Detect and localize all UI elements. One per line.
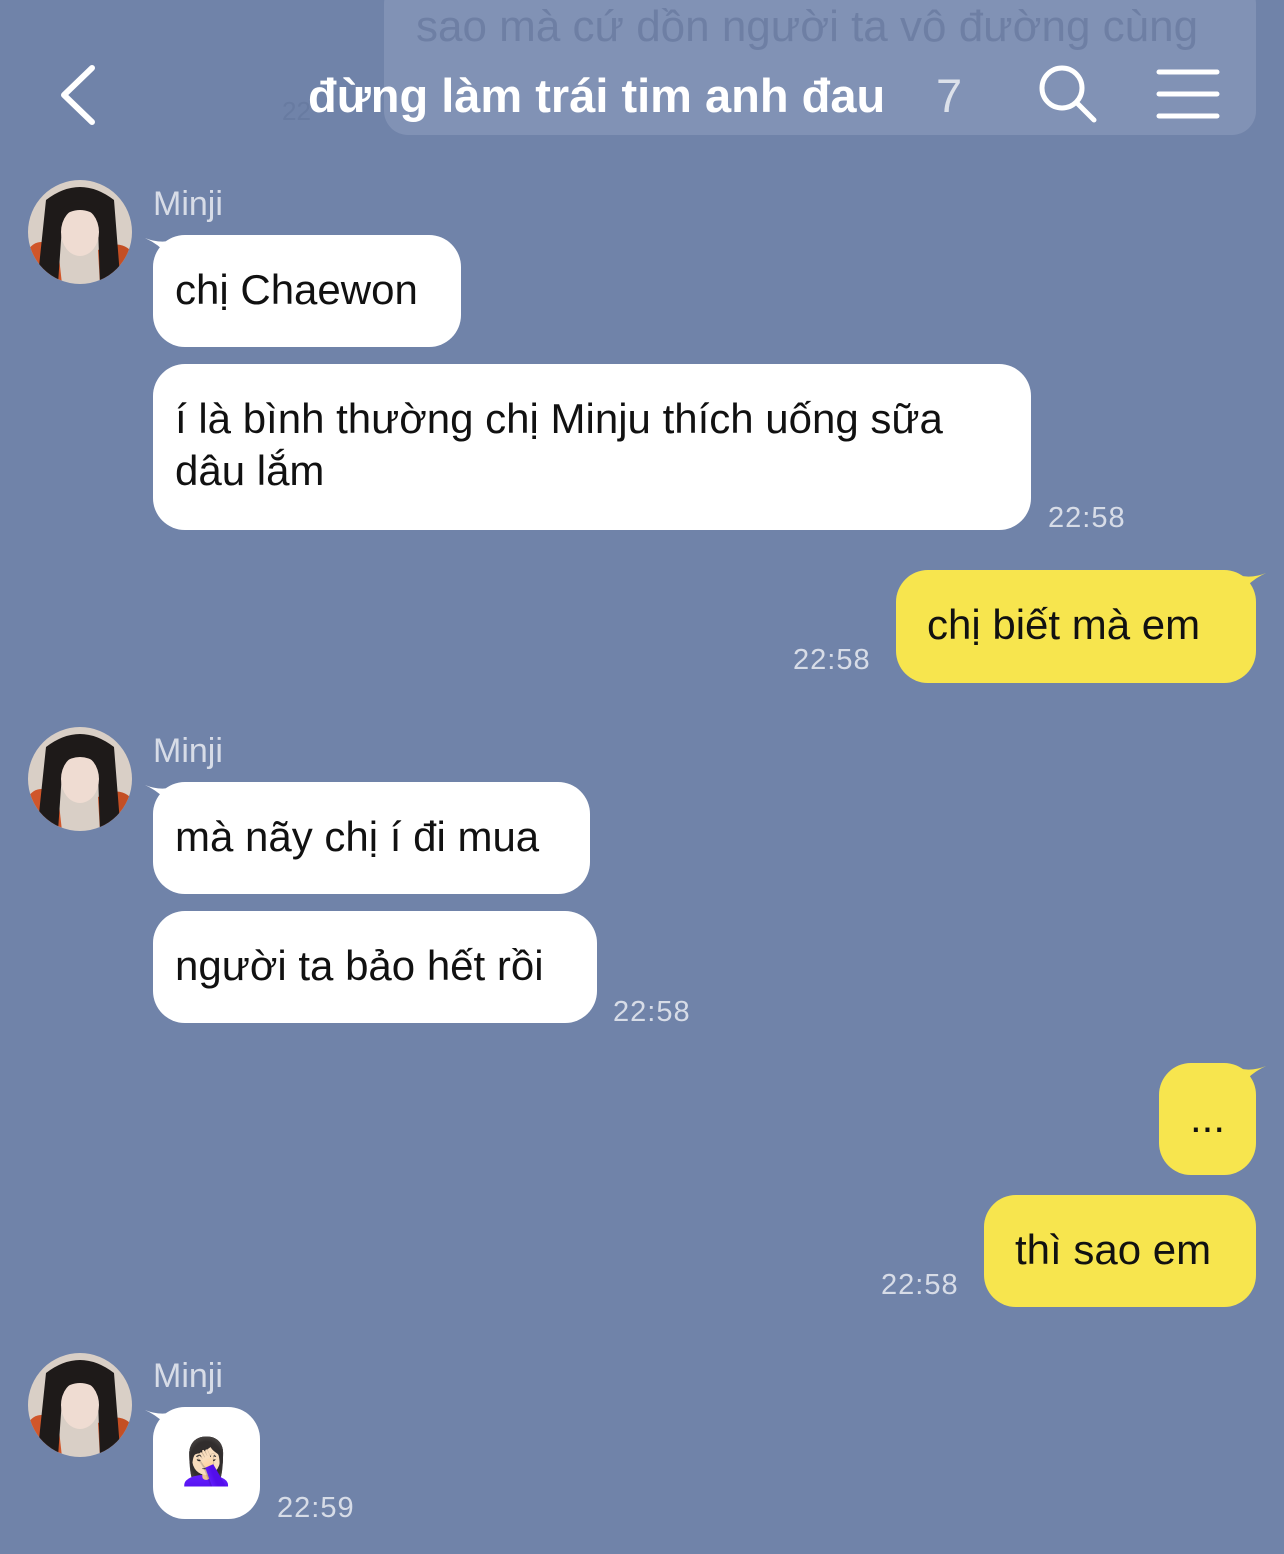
avatar[interactable] bbox=[28, 180, 132, 284]
avatar[interactable] bbox=[28, 1353, 132, 1457]
message-bubble[interactable]: chị biết mà em bbox=[896, 570, 1256, 683]
message-bubble[interactable]: ... bbox=[1159, 1063, 1256, 1175]
sender-name: Minji bbox=[153, 732, 223, 770]
sender-name: Minji bbox=[153, 185, 223, 223]
message-timestamp: 22:58 bbox=[1048, 502, 1126, 534]
menu-icon[interactable] bbox=[1156, 68, 1220, 120]
search-icon[interactable] bbox=[1036, 62, 1100, 126]
message-timestamp: 22:58 bbox=[881, 1269, 959, 1301]
message-bubble[interactable]: người ta bảo hết rồi bbox=[153, 911, 597, 1023]
message-timestamp: 22:58 bbox=[793, 644, 871, 676]
message-bubble[interactable]: 🤦🏻‍♀️ bbox=[153, 1407, 260, 1519]
message-bubble[interactable]: mà nãy chị í đi mua bbox=[153, 782, 590, 894]
back-chevron-icon[interactable] bbox=[54, 62, 104, 128]
avatar[interactable] bbox=[28, 727, 132, 831]
chat-title[interactable]: đừng làm trái tim anh đau bbox=[308, 66, 885, 126]
banner-time: 22 bbox=[282, 96, 311, 126]
member-count: 7 bbox=[936, 69, 963, 122]
message-bubble[interactable]: í là bình thường chị Minju thích uống sữ… bbox=[153, 364, 1031, 530]
banner-text: sao mà cứ dồn người ta vô đường cùng bbox=[416, 2, 1199, 51]
message-bubble[interactable]: thì sao em bbox=[984, 1195, 1256, 1307]
sender-name: Minji bbox=[153, 1357, 223, 1395]
facepalm-emoji-icon: 🤦🏻‍♀️ bbox=[177, 1435, 236, 1487]
message-bubble[interactable]: chị Chaewon bbox=[153, 235, 461, 347]
message-timestamp: 22:59 bbox=[277, 1492, 355, 1524]
message-timestamp: 22:58 bbox=[613, 996, 691, 1028]
